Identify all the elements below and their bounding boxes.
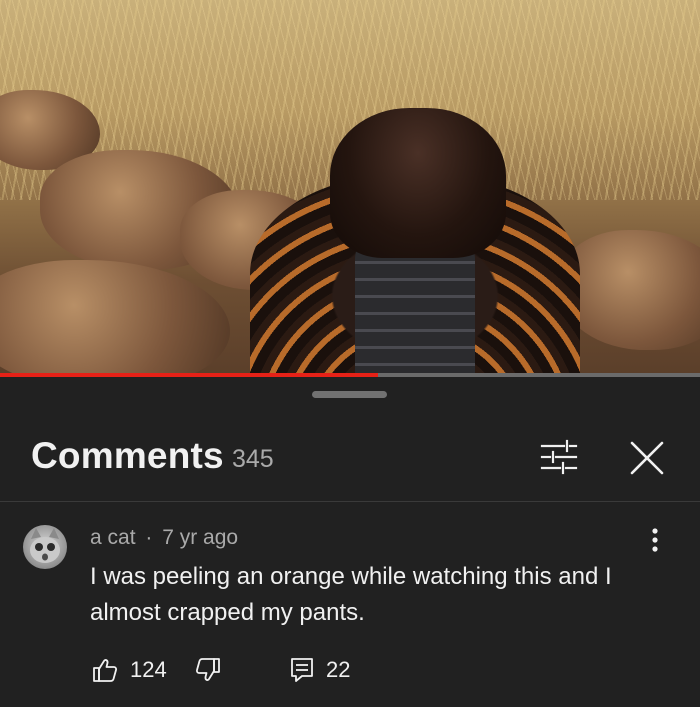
panel-title: Comments (31, 435, 224, 476)
more-vertical-icon (652, 528, 658, 552)
thumbs-down-icon (195, 658, 220, 681)
cat-avatar-icon (30, 528, 60, 563)
reply-button[interactable]: 22 (290, 657, 350, 683)
meta-separator: · (145, 526, 153, 549)
comment-count: 345 (232, 445, 274, 473)
divider (0, 501, 700, 502)
video-player[interactable] (0, 0, 700, 374)
dislike-button[interactable] (195, 657, 221, 683)
reply-icon (291, 658, 313, 682)
avatar[interactable] (23, 525, 67, 569)
rock (0, 260, 230, 374)
cobra-head (330, 108, 506, 258)
rock (560, 230, 700, 350)
reply-count: 22 (326, 657, 351, 682)
comment-text: I was peeling an orange while watching t… (90, 563, 612, 626)
thumbs-up-icon (93, 659, 118, 682)
drag-handle[interactable] (312, 391, 387, 398)
comment-age: 7 yr ago (162, 526, 239, 549)
comment-more-button[interactable] (640, 525, 670, 555)
close-icon (630, 441, 664, 475)
sort-filter-button[interactable] (536, 437, 582, 477)
comment-author[interactable]: a cat (90, 526, 136, 549)
sort-filter-icon (540, 439, 578, 475)
comments-panel: Comments 345 a cat · 7 yr ago I was peel… (0, 377, 700, 707)
like-count: 124 (130, 657, 167, 682)
close-button[interactable] (626, 437, 668, 479)
comment-meta: a cat · 7 yr ago (90, 526, 238, 550)
like-button[interactable]: 124 (92, 657, 167, 683)
